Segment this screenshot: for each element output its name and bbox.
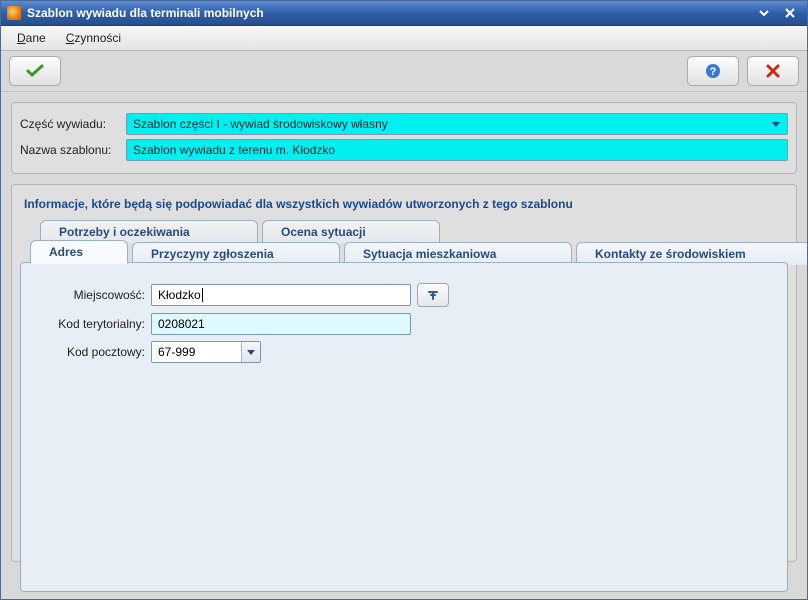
tab-potrzeby-label: Potrzeby i oczekiwania <box>59 225 190 239</box>
lookup-icon <box>426 288 440 302</box>
window-title: Szablon wywiadu dla terminali mobilnych <box>27 6 264 20</box>
app-window: Szablon wywiadu dla terminali mobilnych … <box>0 0 808 600</box>
input-kod-teryt <box>151 313 411 335</box>
label-kod-teryt: Kod terytorialny: <box>35 317 151 331</box>
info-card: Informacje, które będą się podpowiadać d… <box>11 184 797 562</box>
tab-przyczyny-label: Przyczyny zgłoszenia <box>151 247 274 261</box>
row-nazwa-szablonu: Nazwa szablonu: <box>20 139 788 161</box>
close-button[interactable] <box>779 5 801 21</box>
tab-ocena-label: Ocena sytuacji <box>281 225 366 239</box>
menu-czynnosci-rest: zynności <box>74 31 121 45</box>
combo-czesc-wywiadu-value: Szablon części I - wywiad środowiskowy w… <box>133 117 388 131</box>
tabs-row-upper: Potrzeby i oczekiwania Ocena sytuacji <box>20 219 788 241</box>
input-nazwa-szablonu[interactable] <box>126 139 788 161</box>
combo-kod-pocztowy-button[interactable] <box>241 342 260 362</box>
label-czesc-wywiadu: Część wywiadu: <box>20 117 126 131</box>
content-area: Część wywiadu: Szablon części I - wywiad… <box>1 92 807 599</box>
combo-kod-pocztowy-value: 67-999 <box>158 345 195 359</box>
menu-dane-rest: ane <box>26 31 46 45</box>
menubar: Dane Czynności <box>1 26 807 51</box>
tab-body-adres: Miejscowość: Kłodzko Kod terytorialny: <box>20 262 788 592</box>
tab-sytuacja-label: Sytuacja mieszkaniowa <box>363 247 496 261</box>
combo-kod-pocztowy[interactable]: 67-999 <box>151 341 261 363</box>
minimize-button[interactable] <box>753 5 775 21</box>
help-icon: ? <box>705 63 721 79</box>
titlebar: Szablon wywiadu dla terminali mobilnych <box>1 1 807 26</box>
row-kod-pocz: Kod pocztowy: 67-999 <box>35 341 773 363</box>
close-icon <box>765 63 781 79</box>
row-czesc-wywiadu: Część wywiadu: Szablon części I - wywiad… <box>20 113 788 135</box>
section-heading: Informacje, które będą się podpowiadać d… <box>24 197 784 211</box>
label-kod-pocz: Kod pocztowy: <box>35 345 151 359</box>
tab-adres[interactable]: Adres <box>30 240 128 264</box>
check-icon <box>26 64 44 78</box>
label-miejscowosc: Miejscowość: <box>35 288 151 302</box>
chevron-down-icon <box>768 116 784 132</box>
svg-text:?: ? <box>710 66 717 78</box>
tabs-container: Potrzeby i oczekiwania Ocena sytuacji Ad… <box>20 219 788 592</box>
lookup-miejscowosc-button[interactable] <box>417 283 449 307</box>
app-icon <box>7 6 21 20</box>
tabs-row-lower: Adres Przyczyny zgłoszenia Sytuacja mies… <box>20 241 788 263</box>
tab-kontakty-label: Kontakty ze środowiskiem <box>595 247 746 261</box>
chevron-down-icon <box>247 350 255 355</box>
toolbar: ? <box>1 51 807 92</box>
combo-czesc-wywiadu[interactable]: Szablon części I - wywiad środowiskowy w… <box>126 113 788 135</box>
menu-czynnosci[interactable]: Czynności <box>56 28 131 48</box>
tab-ocena[interactable]: Ocena sytuacji <box>262 220 440 243</box>
menu-dane[interactable]: Dane <box>7 28 56 48</box>
header-form-panel: Część wywiadu: Szablon części I - wywiad… <box>11 102 797 174</box>
cancel-button[interactable] <box>747 56 799 86</box>
text-caret <box>202 288 203 302</box>
tab-adres-label: Adres <box>49 245 83 259</box>
row-kod-teryt: Kod terytorialny: <box>35 313 773 335</box>
help-button[interactable]: ? <box>687 56 739 86</box>
input-miejscowosc-value: Kłodzko <box>158 288 201 302</box>
row-miejscowosc: Miejscowość: Kłodzko <box>35 283 773 307</box>
accept-button[interactable] <box>9 56 61 86</box>
input-miejscowosc[interactable]: Kłodzko <box>151 284 411 306</box>
label-nazwa-szablonu: Nazwa szablonu: <box>20 143 126 157</box>
